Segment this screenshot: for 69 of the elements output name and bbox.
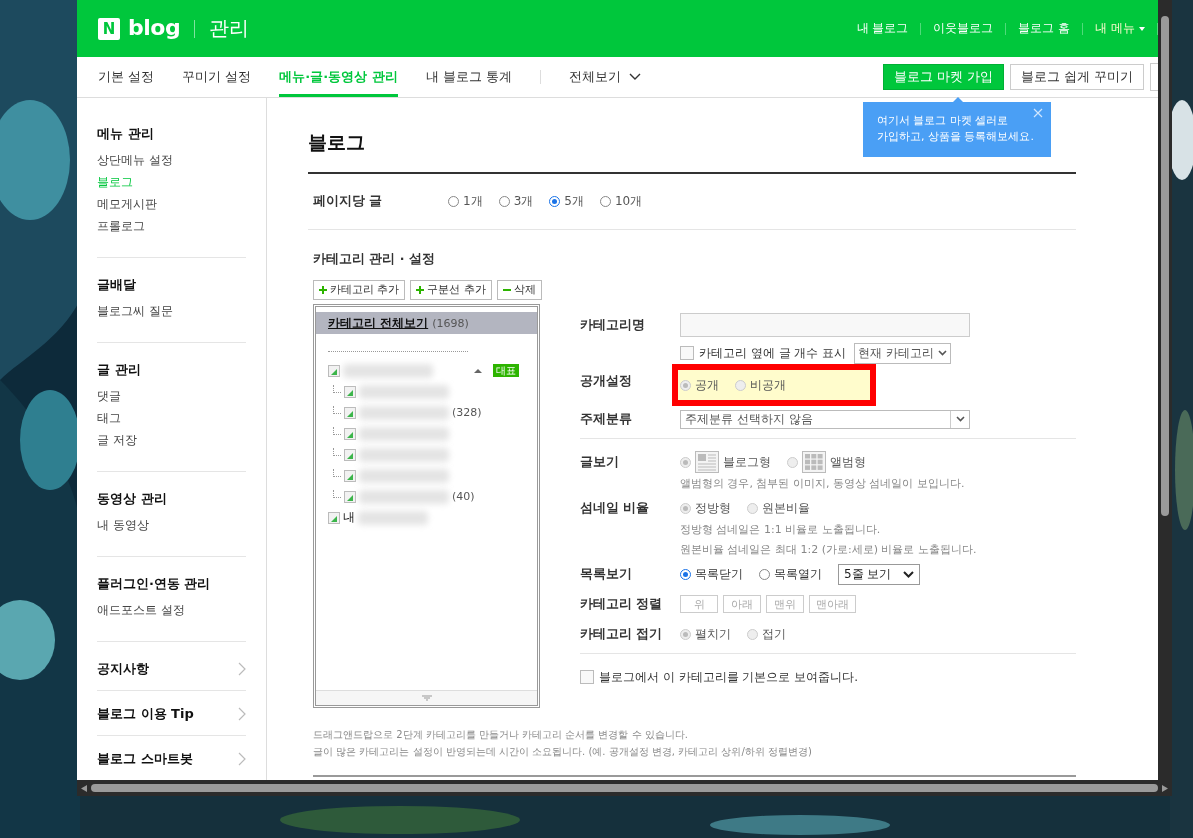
radio-label: 10개 bbox=[614, 193, 643, 210]
radio-label: 블로그형 bbox=[723, 453, 771, 471]
sidebar-heading: 글배달 bbox=[97, 276, 137, 294]
category-name[interactable]: 내 bbox=[343, 509, 355, 526]
help-text: 정방형 섬네일은 1:1 비율로 노출됩니다. bbox=[680, 522, 882, 538]
add-button[interactable]: 카테고리 추가 bbox=[313, 280, 406, 300]
delete-button[interactable]: 삭제 bbox=[496, 280, 542, 300]
help-note: 글이 많은 카테고리는 설정이 반영되는데 시간이 소요됩니다. (예. 공개설정 변경, 카테고리 상위/하위 정렬변경) bbox=[313, 745, 813, 759]
help-text: 원본비율 섬네일은 최대 1:2 (가로:세로) 비율로 노출됩니다. bbox=[680, 542, 977, 558]
sidebar-item[interactable]: 태그 bbox=[97, 410, 246, 427]
radio-label: 목록열기 bbox=[774, 565, 822, 583]
page-title: 관리 bbox=[209, 15, 250, 42]
checkbox-label: 블로그에서 이 카테고리를 기본으로 보여줍니다. bbox=[599, 668, 859, 686]
category-count: (1698) bbox=[432, 316, 469, 330]
sidebar-heading: 플러그인·연동 관리 bbox=[97, 575, 212, 593]
sidebar-item[interactable]: 애드포스트 설정 bbox=[97, 602, 246, 619]
field-label: 목록보기 bbox=[580, 565, 633, 583]
nav-tab[interactable]: 내 블로그 통계 bbox=[425, 57, 512, 97]
rows-dropdown[interactable]: 5줄 보기 bbox=[838, 563, 921, 585]
radio-label: 목록닫기 bbox=[695, 565, 743, 583]
nav-tab[interactable]: 기본 설정 bbox=[98, 57, 155, 97]
radio-label: 앨범형 bbox=[830, 453, 866, 471]
radio-label: 5개 bbox=[564, 193, 584, 210]
category-count: (328) bbox=[452, 406, 482, 419]
field-label: 카테고리 정렬 bbox=[580, 595, 664, 613]
radio-label: 비공개 bbox=[750, 376, 786, 394]
decorate-button[interactable]: 블로그 쉽게 꾸미기 bbox=[1010, 64, 1144, 90]
section-title: 블로그 bbox=[308, 130, 365, 154]
nav-tab[interactable]: 꾸미기 설정 bbox=[182, 57, 252, 97]
radio-label: 펼치기 bbox=[695, 625, 731, 643]
topic-dropdown[interactable]: 주제분류 선택하지 않음 bbox=[680, 409, 970, 429]
tooltip-text: 가입하고, 상품을 등록해보세요. bbox=[877, 129, 1035, 145]
sidebar-link[interactable]: 공지사항 bbox=[97, 660, 149, 678]
radio-label: 원본비율 bbox=[762, 499, 810, 517]
sidebar-link[interactable]: 블로그 이용 Tip bbox=[97, 705, 194, 723]
checkbox-label: 카테고리 옆에 글 개수 표시 bbox=[699, 344, 847, 362]
field-label: 섬네일 비율 bbox=[580, 499, 651, 517]
field-label: 페이지당 글 bbox=[313, 193, 384, 210]
radio-label: 공개 bbox=[695, 376, 719, 394]
representative-badge: 대표 bbox=[493, 364, 519, 377]
sidebar-heading: 메뉴 관리 bbox=[97, 125, 155, 143]
sidebar-item[interactable]: 프롤로그 bbox=[97, 218, 246, 235]
sidebar-item[interactable]: 상단메뉴 설정 bbox=[97, 152, 246, 169]
field-label: 카테고리 접기 bbox=[580, 625, 664, 643]
category-count: (40) bbox=[452, 490, 475, 503]
sidebar-item[interactable]: 블로그씨 질문 bbox=[97, 303, 246, 320]
sidebar-item[interactable]: 내 동영상 bbox=[97, 517, 246, 534]
all-categories-link[interactable]: 카테고리 전체보기 bbox=[328, 314, 429, 332]
view-all-tab[interactable]: 전체보기 bbox=[568, 57, 641, 97]
sidebar-item[interactable]: 댓글 bbox=[97, 388, 246, 405]
sidebar-item[interactable]: 글 저장 bbox=[97, 432, 246, 449]
add-button[interactable]: 구분선 추가 bbox=[410, 280, 492, 300]
radio-label: 정방형 bbox=[695, 499, 731, 517]
radio-label: 접기 bbox=[762, 625, 786, 643]
subsection-title: 카테고리 관리 · 설정 bbox=[313, 251, 435, 266]
help-text: 앨범형의 경우, 첨부된 이미지, 동영상 섬네일이 보입니다. bbox=[680, 476, 965, 492]
radio-label: 1개 bbox=[463, 193, 483, 210]
radio-label: 3개 bbox=[513, 193, 534, 210]
sidebar-item[interactable]: 메모게시판 bbox=[97, 196, 246, 213]
tooltip-text: 여기서 블로그 마켓 셀러로 bbox=[877, 113, 1010, 129]
field-label: 주제분류 bbox=[580, 410, 633, 428]
sidebar-link[interactable]: 블로그 스마트봇 bbox=[97, 750, 193, 768]
scope-dropdown[interactable]: 현재 카테고리 bbox=[854, 342, 952, 364]
field-label: 카테고리명 bbox=[580, 316, 646, 334]
sidebar-heading: 글 관리 bbox=[97, 361, 142, 379]
field-label: 공개설정 bbox=[580, 372, 633, 390]
field-label: 글보기 bbox=[580, 453, 620, 471]
sidebar-heading: 동영상 관리 bbox=[97, 490, 168, 508]
help-note: 드래그앤드랍으로 2단계 카테고리를 만들거나 카테고리 순서를 변경할 수 있습니다. bbox=[313, 728, 689, 742]
